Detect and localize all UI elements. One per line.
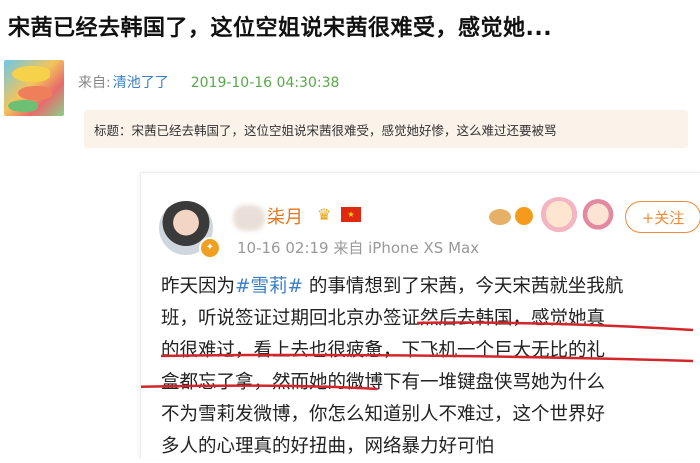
- sticker-decorations: [487, 195, 617, 239]
- fish-icon: [18, 86, 52, 100]
- body-line: 盒都忘了拿，然而她的微博下有一堆键盘侠骂她为什么: [161, 372, 606, 393]
- body-line: 昨天因为#雪莉# 的事情想到了宋茜，今天宋茜就坐我航: [161, 271, 691, 303]
- body-line: 不为雪莉发微博，你怎么知道别人不难过，这个世界好: [161, 404, 606, 425]
- fish-icon: [12, 66, 50, 82]
- cartoon-face-sticker-icon: [539, 197, 579, 235]
- body-text-segment: 昨天因为: [161, 276, 236, 297]
- body-line: 的很难过，看上去也很疲惫，下飞机一个巨大无比的礼: [161, 340, 606, 361]
- follow-button[interactable]: +关注: [625, 201, 700, 233]
- cartoon-face-sticker-icon: [581, 199, 615, 233]
- blurred-name: [233, 205, 265, 231]
- post-meta: 来自: 清池了了 2019-10-16 04:30:38: [78, 72, 339, 92]
- user-name[interactable]: 柒月: [267, 203, 303, 229]
- from-label: 来自:: [78, 75, 111, 91]
- orange-sticker-icon: [515, 207, 533, 225]
- china-flag-icon: ★: [341, 207, 361, 222]
- weibo-screenshot-card: ✦ 柒月 ♛ ★ 10-16 02:19 来自 iPhone XS Max +关…: [140, 172, 700, 459]
- weibo-post-body: 昨天因为#雪莉# 的事情想到了宋茜，今天宋茜就坐我航 班，听说签证过期回北京办签…: [161, 271, 691, 463]
- crown-icon: ♛: [317, 205, 332, 224]
- bread-sticker-icon: [489, 209, 511, 225]
- verified-badge-icon: ✦: [199, 237, 221, 259]
- body-text-segment: 的事情想到了宋茜，今天宋茜就坐我航: [303, 276, 624, 297]
- quote-text: 标题：宋茜已经去韩国了，这位空姐说宋茜很难受，感觉她好惨，这么难过还要被骂: [94, 123, 557, 138]
- quote-box: 标题：宋茜已经去韩国了，这位空姐说宋茜很难受，感觉她好惨，这么难过还要被骂: [84, 110, 688, 148]
- hashtag-link[interactable]: #雪莉#: [235, 276, 303, 297]
- author-link[interactable]: 清池了了: [113, 75, 169, 91]
- poster-avatar[interactable]: [4, 60, 64, 116]
- fish-icon: [8, 100, 38, 112]
- post-time: 10-16 02:19 来自 iPhone XS Max: [237, 239, 480, 257]
- page-title: 宋茜已经去韩国了，这位空姐说宋茜很难受，感觉她...: [8, 16, 553, 41]
- post-timestamp: 2019-10-16 04:30:38: [190, 75, 340, 91]
- body-line: 班，听说签证过期回北京办签证然后去韩国，感觉她真: [161, 308, 606, 329]
- body-line: 多人的心理真的好扭曲，网络暴力好可怕: [161, 436, 495, 457]
